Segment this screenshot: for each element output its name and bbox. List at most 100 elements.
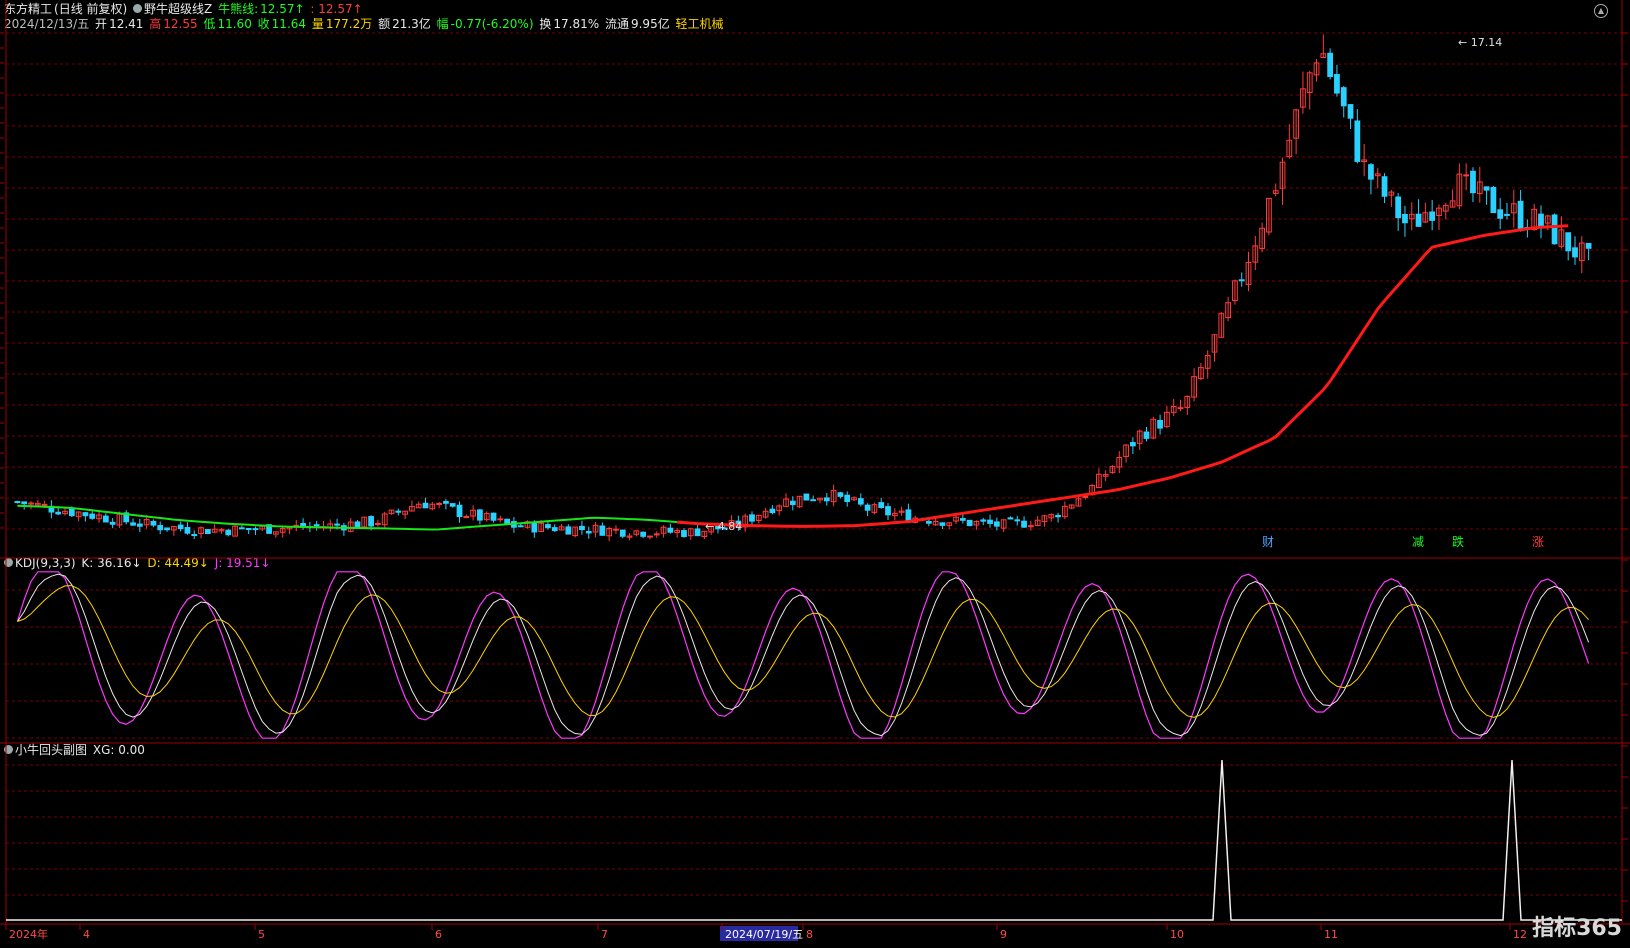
kdj-j-line — [16, 571, 1590, 739]
candle-body — [647, 535, 653, 538]
candle-body — [368, 516, 374, 527]
candle-body — [939, 522, 946, 526]
candle-body — [1014, 519, 1021, 522]
candle-body — [1021, 520, 1027, 528]
event-marker: 财 — [1262, 535, 1274, 549]
axis-label: 4 — [83, 928, 90, 941]
candle-body — [204, 529, 211, 534]
candle-body — [585, 531, 592, 534]
candle-body — [1429, 211, 1436, 221]
candle-body — [613, 528, 619, 531]
candle-body — [1551, 214, 1558, 245]
candle-body — [966, 519, 973, 527]
candle-body — [837, 492, 844, 497]
candle-body — [14, 501, 21, 504]
candle-body — [55, 511, 62, 515]
candle-body — [1381, 176, 1388, 197]
candle-body — [1143, 431, 1150, 439]
candle-body — [177, 524, 184, 530]
candle-body — [545, 524, 551, 529]
xg-line — [6, 759, 1622, 921]
candle-body — [225, 529, 232, 536]
candle-body — [449, 503, 456, 507]
candle-body — [857, 498, 864, 505]
stock-chart-canvas[interactable]: ← 17.14 ← 4.84 财 减 跌 涨 2024年 4 5 6 7 2024/07/19/五 8… — [0, 0, 1630, 948]
candle-body — [980, 519, 987, 522]
bull-bear-line-red — [677, 224, 1569, 528]
candle-body — [1130, 442, 1136, 447]
candle-body — [1415, 213, 1422, 227]
candle-body — [157, 525, 164, 531]
candle-body — [749, 514, 755, 522]
candle-body — [1340, 87, 1347, 107]
candle-body — [1470, 170, 1476, 194]
axis-label: 7 — [601, 928, 608, 941]
candle-body — [443, 501, 449, 504]
candle-body — [164, 527, 170, 531]
candle-body — [1347, 104, 1354, 119]
candle-body — [136, 523, 143, 527]
candle-body — [1177, 407, 1184, 410]
candle-body — [436, 502, 442, 505]
candle-body — [1517, 200, 1524, 229]
candle-body — [640, 531, 647, 537]
axis-label: 10 — [1170, 928, 1184, 941]
candle-body — [789, 500, 796, 506]
candle-body — [1327, 52, 1334, 78]
candle-body — [1157, 420, 1163, 429]
axis-label: 11 — [1324, 928, 1338, 941]
candle-body — [238, 527, 245, 530]
price-panel: ← 17.14 ← 4.84 财 减 跌 涨 — [14, 34, 1592, 549]
chart-grid — [0, 0, 1630, 925]
candle-body — [21, 501, 28, 505]
candle-body — [1504, 213, 1510, 216]
candle-body — [551, 527, 558, 532]
axis-label: 5 — [258, 928, 265, 941]
candle-body — [1334, 74, 1340, 94]
bull-bear-line-green — [17, 504, 678, 531]
candle-body — [1538, 213, 1544, 227]
candle-body — [1368, 164, 1374, 180]
candle-body — [191, 534, 198, 537]
max-price-label: ← 17.14 — [1458, 36, 1502, 49]
candle-body — [667, 527, 674, 533]
candle-body — [844, 494, 851, 502]
candle-body — [619, 529, 626, 537]
logo-text: 指标365 — [1532, 916, 1622, 941]
candle-body — [477, 509, 483, 521]
candle-body — [993, 521, 1000, 527]
candle-body — [1497, 209, 1504, 219]
candle-body — [987, 519, 993, 524]
candle-body — [313, 524, 320, 527]
candle-body — [1082, 495, 1089, 498]
kdj-panel — [16, 571, 1590, 739]
candle-body — [1572, 247, 1578, 258]
candle-body — [68, 508, 75, 517]
candle-body — [1354, 120, 1361, 162]
sub-panel — [6, 759, 1622, 921]
candle-body — [395, 510, 402, 513]
event-marker: 跌 — [1452, 534, 1464, 549]
candle-body — [184, 527, 191, 534]
axis-label: 2024/07/19/五 — [725, 928, 803, 941]
min-price-label: ← 4.84 — [705, 520, 742, 533]
x-axis: 2024年 4 5 6 7 2024/07/19/五 8 9 10 11 12 — [5, 924, 1527, 941]
candle-body — [463, 516, 470, 519]
axis-label: 9 — [1000, 928, 1007, 941]
candle-body — [334, 523, 340, 526]
candle-body — [1007, 517, 1014, 520]
candle-body — [769, 508, 776, 514]
candle-body — [245, 527, 252, 531]
candle-body — [1483, 186, 1490, 191]
candle-body — [599, 525, 606, 536]
candle-body — [1027, 525, 1034, 528]
candle-body — [109, 521, 116, 525]
candle-body — [1490, 186, 1497, 214]
candle-body — [354, 521, 361, 528]
candle-body — [375, 522, 381, 525]
logo: 指标365 — [1532, 910, 1622, 942]
candle-body — [959, 518, 966, 521]
candle-body — [579, 525, 585, 531]
candle-body — [803, 493, 810, 501]
candle-body — [925, 520, 932, 524]
